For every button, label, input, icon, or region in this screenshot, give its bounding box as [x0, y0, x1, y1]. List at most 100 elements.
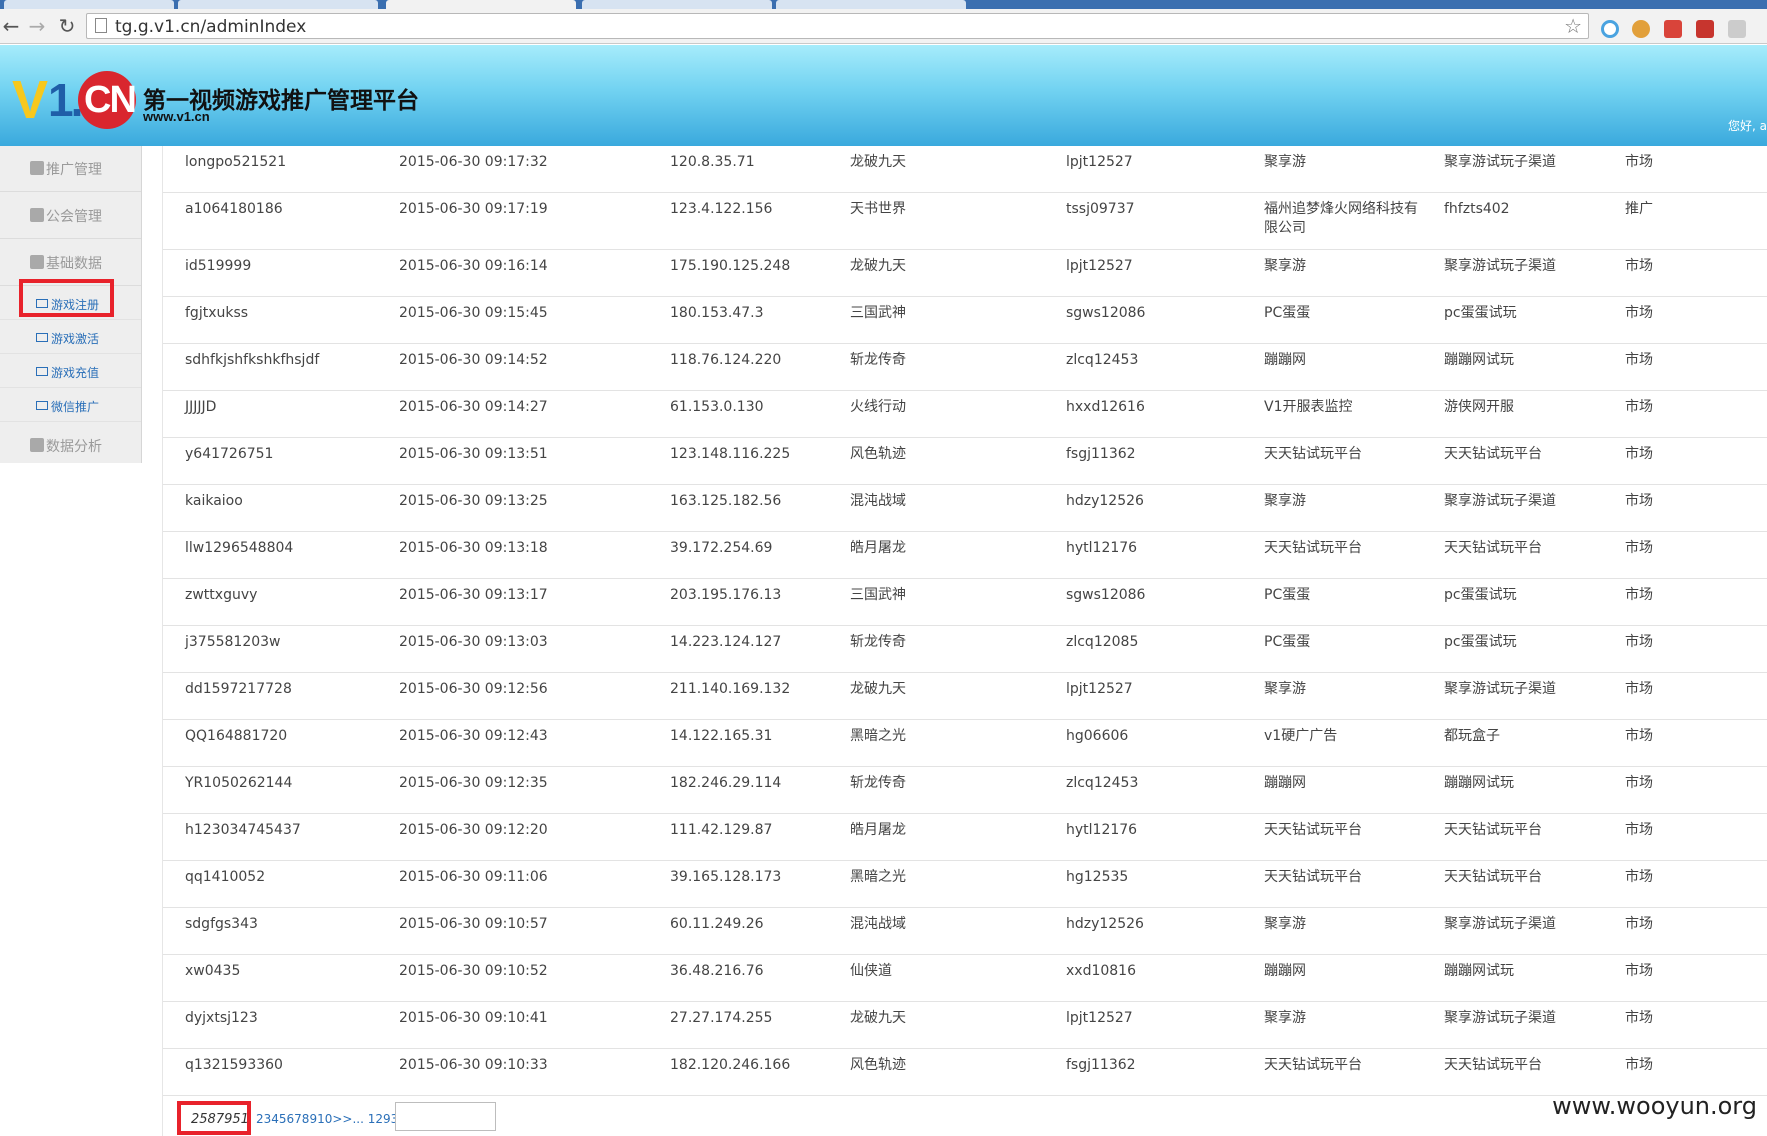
table-cell: 市场 — [1625, 446, 1653, 462]
table-cell: 2015-06-30 09:17:32 — [399, 154, 548, 170]
table-cell: 2015-06-30 09:12:20 — [399, 822, 548, 838]
table-cell: 2015-06-30 09:16:14 — [399, 258, 548, 274]
table-cell: y641726751 — [185, 446, 274, 462]
table-cell: lpjt12527 — [1066, 154, 1133, 170]
table-cell: 聚享游试玩子渠道 — [1444, 681, 1556, 697]
table-cell: 市场 — [1625, 258, 1653, 274]
table-cell: 蹦蹦网 — [1264, 963, 1306, 979]
table-cell: 211.140.169.132 — [670, 681, 791, 697]
browser-tab[interactable] — [178, 0, 378, 9]
table-row: JJJJJD 2015-06-30 09:14:27 61.153.0.130 火线行… — [163, 391, 1767, 438]
book-icon — [30, 438, 44, 452]
pagination-total: 2587951 — [177, 1101, 251, 1135]
table-cell: 斩龙传奇 — [850, 775, 906, 791]
table-cell: 市场 — [1625, 154, 1653, 170]
table-cell: zlcq12453 — [1066, 352, 1139, 368]
table-cell: sdhfkjshfkshkfhsjdf — [185, 352, 320, 368]
table-cell: 混沌战域 — [850, 916, 906, 932]
table-cell: 聚享游试玩子渠道 — [1444, 154, 1556, 170]
table-cell: 203.195.176.13 — [670, 587, 782, 603]
table-cell: 2015-06-30 09:10:52 — [399, 963, 548, 979]
extension-circle-icon[interactable] — [1601, 20, 1619, 38]
table-row: kaikaioo 2015-06-30 09:13:25 163.125.182.5… — [163, 485, 1767, 532]
extension-ip-icon[interactable] — [1728, 20, 1746, 38]
table-cell: 风色轨迹 — [850, 1057, 906, 1073]
table-cell: a1064180186 — [185, 201, 283, 217]
table-cell: llw1296548804 — [185, 540, 294, 556]
back-arrow-icon[interactable]: ← — [0, 15, 22, 37]
table-cell: JJJJJD — [185, 399, 217, 415]
table-cell: 推广 — [1625, 201, 1653, 217]
table-cell: 市场 — [1625, 728, 1653, 744]
table-cell: 天天钻试玩平台 — [1264, 446, 1362, 462]
table-cell: hg06606 — [1066, 728, 1129, 744]
site-logo[interactable]: V 1. CN — [12, 71, 137, 129]
table-cell: zwttxguvy — [185, 587, 258, 603]
book-icon — [30, 255, 44, 269]
extension-cookie-icon[interactable] — [1632, 20, 1650, 38]
address-bar[interactable]: tg.g.v1.cn/adminIndex ☆ — [86, 13, 1589, 39]
table-cell: j375581203w — [185, 634, 281, 650]
star-icon[interactable]: ☆ — [1564, 14, 1582, 38]
table-row: q1321593360 2015-06-30 09:10:33 182.120.24… — [163, 1049, 1767, 1096]
table-cell: 39.165.128.173 — [670, 869, 782, 885]
sidebar-group-label: 公会管理 — [46, 209, 102, 225]
table-cell: fsgj11362 — [1066, 1057, 1136, 1073]
table-cell: 123.148.116.225 — [670, 446, 791, 462]
table-cell: pc蛋蛋试玩 — [1444, 634, 1517, 650]
table-cell: 仙侠道 — [850, 963, 892, 979]
sidebar-group-label: 数据分析 — [46, 439, 102, 455]
table-cell: 聚享游 — [1264, 1010, 1306, 1026]
table-cell: 黑暗之光 — [850, 869, 906, 885]
table-cell: 2015-06-30 09:11:06 — [399, 869, 548, 885]
table-cell: 市场 — [1625, 305, 1653, 321]
sidebar-group-guild[interactable]: 公会管理 — [0, 193, 141, 239]
table-cell: 182.246.29.114 — [670, 775, 782, 791]
logo-one: 1. — [48, 74, 83, 126]
table-cell: 120.8.35.71 — [670, 154, 755, 170]
table-cell: 市场 — [1625, 822, 1653, 838]
forward-arrow-icon[interactable]: → — [26, 15, 48, 37]
browser-tab-active[interactable] — [386, 0, 576, 9]
table-cell: 蹦蹦网试玩 — [1444, 963, 1514, 979]
table-cell: 游侠网开服 — [1444, 399, 1514, 415]
table-cell: 聚享游 — [1264, 258, 1306, 274]
browser-toolbar: ← → ↻ tg.g.v1.cn/adminIndex ☆ — [0, 9, 1767, 44]
table-cell: 聚享游 — [1264, 154, 1306, 170]
page-jump-input[interactable] — [395, 1102, 496, 1131]
extension-abp-icon[interactable] — [1696, 20, 1714, 38]
table-row: qq1410052 2015-06-30 09:11:06 39.165.128.1… — [163, 861, 1767, 908]
reload-icon[interactable]: ↻ — [56, 15, 78, 37]
extension-tag-icon[interactable] — [1664, 20, 1682, 38]
table-cell: 三国武神 — [850, 305, 906, 321]
sidebar-item-wechat-promo[interactable]: 微信推广 — [0, 389, 141, 422]
address-url[interactable]: tg.g.v1.cn/adminIndex — [115, 17, 306, 37]
table-cell: sgws12086 — [1066, 305, 1146, 321]
table-cell: xxd10816 — [1066, 963, 1136, 979]
table-cell: 聚享游试玩子渠道 — [1444, 493, 1556, 509]
table-cell: 市场 — [1625, 587, 1653, 603]
watermark: www.wooyun.org — [1552, 1092, 1757, 1120]
table-cell: PC蛋蛋 — [1264, 634, 1311, 650]
table-cell: fsgj11362 — [1066, 446, 1136, 462]
sidebar-group-promotion[interactable]: 推广管理 — [0, 146, 141, 192]
pagination-links[interactable]: 2345678910>>... 129398 — [256, 1112, 414, 1126]
logo-cn: CN — [84, 79, 137, 121]
browser-tab[interactable] — [4, 0, 174, 9]
table-row: h123034745437 2015-06-30 09:12:20 111.42.1… — [163, 814, 1767, 861]
list-icon — [36, 333, 48, 342]
table-cell: 163.125.182.56 — [670, 493, 782, 509]
table-cell: 市场 — [1625, 681, 1653, 697]
sidebar-item-game-activate[interactable]: 游戏激活 — [0, 321, 141, 354]
table-cell: 火线行动 — [850, 399, 906, 415]
browser-tab[interactable] — [776, 0, 966, 9]
table-row: sdgfgs343 2015-06-30 09:10:57 60.11.249.26… — [163, 908, 1767, 955]
browser-tab[interactable] — [582, 0, 772, 9]
sidebar-item-game-recharge[interactable]: 游戏充值 — [0, 355, 141, 388]
table-cell: 天天钻试玩平台 — [1264, 869, 1362, 885]
highlight-box — [19, 279, 114, 317]
sidebar-group-analysis[interactable]: 数据分析 — [0, 423, 141, 463]
table-cell: 斩龙传奇 — [850, 634, 906, 650]
sidebar-group-label: 推广管理 — [46, 162, 102, 178]
sidebar-item-label: 游戏充值 — [51, 366, 100, 380]
